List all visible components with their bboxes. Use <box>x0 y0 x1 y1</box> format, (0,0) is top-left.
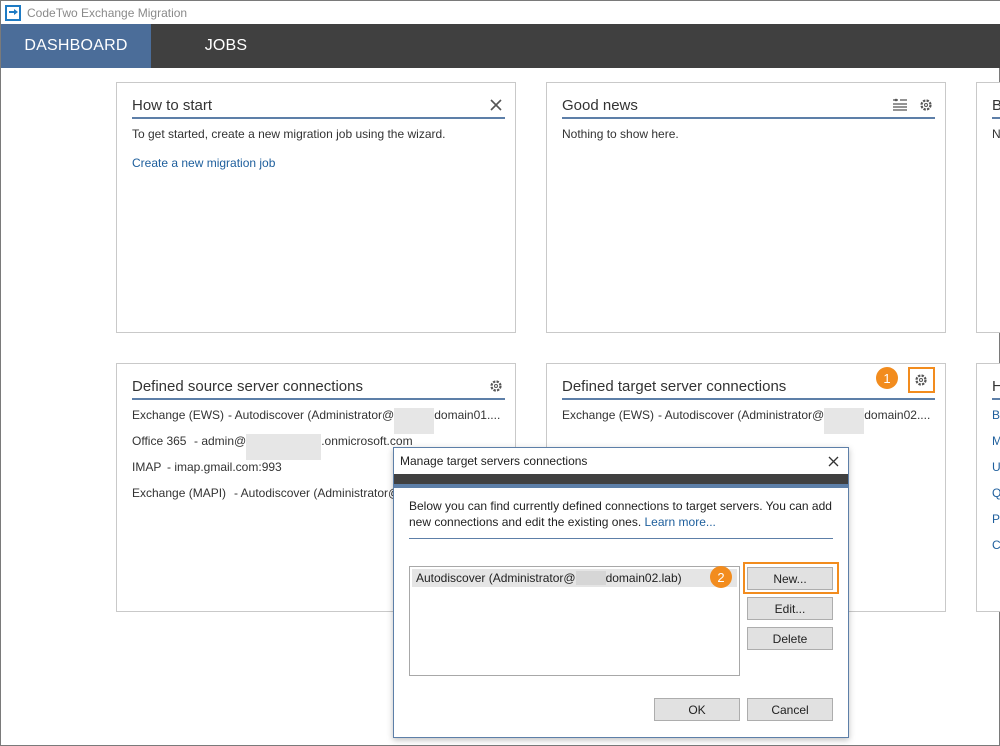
list-item[interactable]: Autodiscover (Administrator@ x domain02.… <box>412 569 737 587</box>
step-callout-2: 2 <box>710 566 732 588</box>
panel-title: B <box>992 96 1000 114</box>
panel-text: To get started, create a new migration j… <box>132 127 446 141</box>
right-bottom-panel: H B M U Q P C <box>976 363 1000 612</box>
help-link[interactable]: Q <box>992 486 1000 512</box>
app-title: CodeTwo Exchange Migration <box>27 5 188 20</box>
dialog-title: Manage target servers connections <box>400 454 588 468</box>
panel-title: H <box>992 377 1000 395</box>
redacted-mask: x <box>824 408 865 434</box>
tab-dashboard[interactable]: DASHBOARD <box>1 24 151 68</box>
app-window: CodeTwo Exchange Migration DASHBOARD JOB… <box>0 0 1000 746</box>
connection-type: Exchange (EWS) <box>562 408 655 422</box>
connection-detail-end: domain02.... <box>864 408 931 422</box>
panel-text: N <box>992 127 1000 141</box>
new-connection-button[interactable]: New... <box>747 567 833 590</box>
connection-detail: - admin@ <box>194 434 247 448</box>
panel-header: B <box>992 93 1000 119</box>
connection-detail: - Autodiscover (Administrator@ <box>234 486 401 500</box>
connections-listbox[interactable]: Autodiscover (Administrator@ x domain02.… <box>409 566 740 676</box>
panel-header: H <box>992 374 1000 400</box>
divider <box>409 538 833 539</box>
panel-header: How to start <box>132 93 505 119</box>
close-icon[interactable] <box>818 448 848 474</box>
filter-icon[interactable] <box>891 96 909 114</box>
panel-body: Exchange (EWS) - Autodiscover (Administr… <box>562 408 935 434</box>
list-item-text: Autodiscover (Administrator@ <box>416 571 576 585</box>
panel-body: N <box>992 127 1000 156</box>
connection-detail: - imap.gmail.com:993 <box>167 460 282 474</box>
help-link[interactable]: C <box>992 538 1000 564</box>
panel-header: Defined source server connections <box>132 374 505 400</box>
dialog-description: Below you can find currently defined con… <box>409 498 839 530</box>
delete-connection-button[interactable]: Delete <box>747 627 833 650</box>
gear-icon[interactable] <box>912 371 930 389</box>
panel-body: To get started, create a new migration j… <box>132 127 505 170</box>
gear-icon[interactable] <box>487 377 505 395</box>
dialog-header-band <box>394 474 848 488</box>
panel-text: Nothing to show here. <box>562 127 679 141</box>
panel-title: Defined source server connections <box>132 377 363 395</box>
good-news-panel: Good news Nothing to show here. <box>546 82 946 333</box>
panel-title: Good news <box>562 96 638 114</box>
help-link[interactable]: U <box>992 460 1000 486</box>
cancel-button[interactable]: Cancel <box>747 698 833 721</box>
close-icon[interactable] <box>487 96 505 114</box>
connection-detail-end: domain01.... <box>434 408 501 422</box>
dialog-titlebar: Manage target servers connections <box>394 448 848 474</box>
panel-title: How to start <box>132 96 213 114</box>
connection-type: Exchange (EWS) <box>132 408 225 422</box>
redacted-mask: x <box>394 408 435 434</box>
list-item-text-end: domain02.lab) <box>605 571 682 585</box>
app-logo-icon <box>5 4 21 21</box>
connection-detail: - Autodiscover (Administrator@ <box>658 408 825 422</box>
description-text: Below you can find currently defined con… <box>409 499 832 529</box>
panel-body: B M U Q P C <box>992 408 1000 564</box>
edit-connection-button[interactable]: Edit... <box>747 597 833 620</box>
tab-jobs[interactable]: JOBS <box>151 24 301 68</box>
manage-target-connections-dialog: Manage target servers connections Below … <box>393 447 849 738</box>
connection-detail: - Autodiscover (Administrator@ <box>228 408 395 422</box>
redacted-mask: x <box>246 434 322 460</box>
connection-type: IMAP <box>132 460 162 474</box>
title-bar: CodeTwo Exchange Migration <box>1 1 1000 24</box>
help-link[interactable]: B <box>992 408 1000 434</box>
ok-button[interactable]: OK <box>654 698 740 721</box>
help-link[interactable]: M <box>992 434 1000 460</box>
right-top-panel: B N <box>976 82 1000 333</box>
how-to-start-panel: How to start To get started, create a ne… <box>116 82 516 333</box>
main-nav: DASHBOARD JOBS <box>1 24 1000 68</box>
learn-more-link[interactable]: Learn more... <box>645 515 716 529</box>
step-callout-1: 1 <box>876 367 898 389</box>
panel-header: Good news <box>562 93 935 119</box>
gear-icon[interactable] <box>917 96 935 114</box>
connection-type: Exchange (MAPI) <box>132 486 227 500</box>
connection-row: Exchange (EWS) - Autodiscover (Administr… <box>562 408 935 434</box>
connection-row: Exchange (EWS) - Autodiscover (Administr… <box>132 408 505 434</box>
connection-type: Office 365 <box>132 434 187 448</box>
create-job-link[interactable]: Create a new migration job <box>132 156 505 170</box>
redacted-mask: x <box>575 571 606 585</box>
help-link[interactable]: P <box>992 512 1000 538</box>
panel-body: Nothing to show here. <box>562 127 935 156</box>
